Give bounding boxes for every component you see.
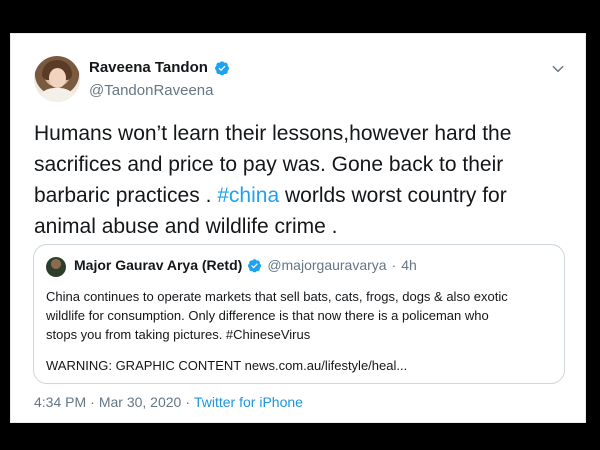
chevron-down-icon[interactable]: [551, 62, 565, 76]
quoted-body-spacer: [46, 344, 554, 356]
tweet-date[interactable]: Mar 30, 2020: [99, 394, 182, 410]
quoted-header: Major Gaurav Arya (Retd) @majorgauravary…: [74, 257, 417, 273]
avatar[interactable]: [34, 56, 80, 102]
avatar-face: [49, 68, 66, 88]
quoted-handle: @majorgauravarya: [267, 257, 387, 273]
tweet-text: Humans won’t learn their lessons,however…: [34, 118, 569, 242]
author-name-row: Raveena Tandon: [89, 59, 230, 76]
quoted-body-line: China continues to operate markets that …: [46, 289, 508, 304]
quoted-separator: ·: [391, 257, 397, 273]
quoted-body-line: wildlife for consumption. Only differenc…: [46, 308, 489, 323]
footer-separator: ·: [185, 394, 190, 410]
quoted-age: 4h: [401, 257, 417, 273]
hashtag-link[interactable]: #china: [217, 184, 279, 207]
quoted-display-name: Major Gaurav Arya (Retd): [74, 257, 243, 273]
quoted-body-line: stops you from taking pictures. #Chinese…: [46, 327, 311, 342]
tweet-source-link[interactable]: Twitter for iPhone: [194, 394, 303, 410]
author-display-name[interactable]: Raveena Tandon: [89, 59, 208, 76]
avatar-shoulders: [36, 88, 78, 102]
verified-badge-icon: [248, 258, 262, 272]
verified-badge-icon: [214, 60, 229, 75]
quoted-tweet[interactable]: Major Gaurav Arya (Retd) @majorgauravary…: [33, 244, 565, 384]
quoted-warning-line: WARNING: GRAPHIC CONTENT news.com.au/lif…: [46, 358, 408, 373]
quoted-body: China continues to operate markets that …: [46, 287, 554, 375]
tweet-card[interactable]: Raveena Tandon @TandonRaveena Humans won…: [10, 33, 586, 423]
quoted-avatar[interactable]: [46, 257, 66, 277]
tweet-footer: 4:34 PM · Mar 30, 2020 · Twitter for iPh…: [34, 394, 303, 410]
author-handle[interactable]: @TandonRaveena: [89, 82, 213, 99]
tweet-time[interactable]: 4:34 PM: [34, 394, 86, 410]
footer-separator: ·: [90, 394, 95, 410]
